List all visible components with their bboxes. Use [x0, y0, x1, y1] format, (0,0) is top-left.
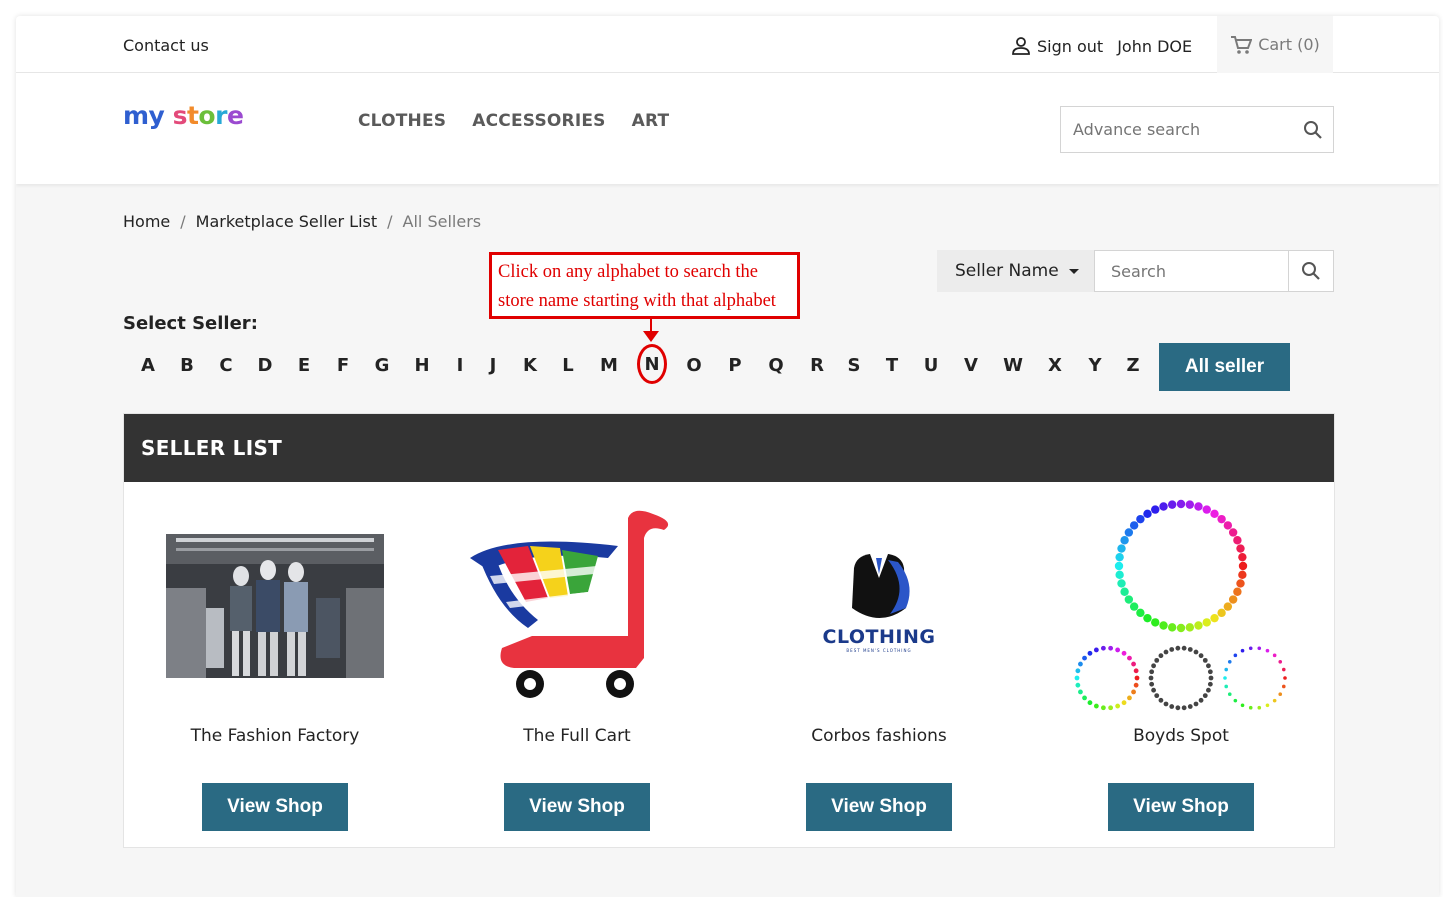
- alphabet-letter-g[interactable]: G: [367, 343, 397, 387]
- seller-logo-full-cart[interactable]: [468, 498, 686, 716]
- site-header: my store CLOTHES ACCESSORIES ART: [16, 73, 1439, 184]
- view-shop-button[interactable]: View Shop: [202, 783, 348, 831]
- alphabet-letter-s[interactable]: S: [839, 343, 869, 387]
- store-photo-image: [166, 534, 384, 678]
- cart-button[interactable]: Cart (0): [1217, 16, 1333, 73]
- alphabet-letter-f[interactable]: F: [328, 343, 358, 387]
- seller-logo-corbos-fashions[interactable]: CLOTHING BEST MEN'S CLOTHING: [770, 498, 988, 716]
- alphabet-letter-u[interactable]: U: [916, 343, 946, 387]
- cart-icon: [1231, 35, 1253, 54]
- seller-card: The Full Cart View Shop: [468, 498, 686, 831]
- view-shop-button[interactable]: View Shop: [1108, 783, 1254, 831]
- menu-item-clothes[interactable]: CLOTHES: [358, 111, 446, 131]
- alphabet-letter-e[interactable]: E: [289, 343, 319, 387]
- cart-label: Cart (0): [1258, 35, 1320, 54]
- sign-out-link[interactable]: Sign out: [1037, 37, 1103, 56]
- alphabet-letter-z[interactable]: Z: [1118, 343, 1148, 387]
- annotation-arrow-head: [643, 331, 659, 342]
- alphabet-letter-w[interactable]: W: [998, 343, 1028, 387]
- annotation-line-2: store name starting with that alphabet: [498, 291, 776, 311]
- alphabet-letter-m[interactable]: M: [594, 343, 624, 387]
- all-seller-button[interactable]: All seller: [1159, 343, 1290, 391]
- alphabet-letter-x[interactable]: X: [1040, 343, 1070, 387]
- menu-item-art[interactable]: ART: [632, 111, 670, 131]
- caret-down-icon: [1068, 268, 1079, 274]
- seller-card: The Fashion Factory View Shop: [166, 498, 384, 831]
- corbos-logo-text: CLOTHING: [822, 626, 936, 648]
- user-area: Sign out John DOE: [1011, 36, 1192, 56]
- alphabet-letter-c[interactable]: C: [211, 343, 241, 387]
- seller-name[interactable]: The Fashion Factory: [125, 726, 425, 746]
- alphabet-letter-r[interactable]: R: [802, 343, 832, 387]
- user-icon: [1012, 37, 1030, 55]
- seller-filter-dropdown[interactable]: Seller Name: [937, 250, 1094, 292]
- search-icon[interactable]: [1301, 261, 1321, 281]
- alphabet-letter-k[interactable]: K: [515, 343, 545, 387]
- breadcrumb-current: All Sellers: [402, 212, 482, 231]
- alphabet-letter-d[interactable]: D: [250, 343, 280, 387]
- logo-letter: o: [198, 101, 216, 130]
- alphabet-letter-a[interactable]: A: [133, 343, 163, 387]
- alphabet-letter-p[interactable]: P: [720, 343, 750, 387]
- alphabet-letter-b[interactable]: B: [172, 343, 202, 387]
- seller-logo-boyds-spot[interactable]: [1072, 498, 1290, 716]
- seller-search-box: [1094, 250, 1334, 292]
- seller-name[interactable]: The Full Cart: [427, 726, 727, 746]
- top-nav: Contact us Sign out John DOE Cart (0): [16, 16, 1439, 73]
- page-frame: Contact us Sign out John DOE Cart (0) my…: [16, 16, 1439, 897]
- alphabet-letter-n[interactable]: N: [637, 344, 667, 384]
- seller-name[interactable]: Corbos fashions: [729, 726, 1029, 746]
- store-logo[interactable]: my store: [123, 101, 244, 130]
- advance-search-input[interactable]: [1061, 107, 1281, 152]
- breadcrumb-home[interactable]: Home: [123, 212, 170, 231]
- alphabet-letter-t[interactable]: T: [877, 343, 907, 387]
- seller-search-input[interactable]: [1095, 251, 1289, 291]
- breadcrumb-separator: /: [387, 212, 393, 231]
- annotation-line-1: Click on any alphabet to search the: [498, 262, 758, 282]
- dotted-circles-logo-image: [1074, 499, 1287, 711]
- search-icon[interactable]: [1303, 120, 1323, 140]
- alphabet-letter-v[interactable]: V: [956, 343, 986, 387]
- annotation-callout: Click on any alphabet to search the stor…: [489, 252, 800, 319]
- account-link[interactable]: John DOE: [1117, 37, 1192, 56]
- main-menu: CLOTHES ACCESSORIES ART: [358, 111, 669, 131]
- logo-letter: t: [186, 101, 199, 130]
- shopping-cart-logo-image: [470, 510, 669, 698]
- breadcrumb-marketplace[interactable]: Marketplace Seller List: [196, 212, 378, 231]
- seller-list-panel: SELLER LIST The Fashion Factory View Sho…: [123, 413, 1335, 848]
- logo-letter: r: [215, 101, 227, 130]
- view-shop-button[interactable]: View Shop: [806, 783, 952, 831]
- contact-us-link[interactable]: Contact us: [123, 36, 209, 55]
- seller-filter-label: Seller Name: [955, 261, 1059, 281]
- logo-my: my: [123, 101, 165, 130]
- seller-card: Boyds Spot View Shop: [1072, 498, 1290, 831]
- suit-logo-icon: [852, 554, 910, 618]
- seller-card: CLOTHING BEST MEN'S CLOTHING Corbos fash…: [770, 498, 988, 831]
- logo-letter: e: [226, 101, 244, 130]
- alphabet-letter-y[interactable]: Y: [1080, 343, 1110, 387]
- alphabet-letter-h[interactable]: H: [407, 343, 437, 387]
- seller-logo-fashion-factory[interactable]: [166, 498, 384, 716]
- alphabet-letter-i[interactable]: I: [445, 343, 475, 387]
- seller-list-title: SELLER LIST: [124, 414, 1334, 482]
- alphabet-letter-l[interactable]: L: [553, 343, 583, 387]
- breadcrumb-separator: /: [180, 212, 186, 231]
- alphabet-letter-q[interactable]: Q: [761, 343, 791, 387]
- view-shop-button[interactable]: View Shop: [504, 783, 650, 831]
- menu-item-accessories[interactable]: ACCESSORIES: [472, 111, 605, 131]
- corbos-logo-subtext: BEST MEN'S CLOTHING: [846, 648, 912, 653]
- advance-search-box: [1060, 106, 1334, 153]
- logo-letter: s: [172, 101, 188, 130]
- seller-name[interactable]: Boyds Spot: [1031, 726, 1331, 746]
- alphabet-letter-j[interactable]: J: [478, 343, 508, 387]
- alphabet-letter-o[interactable]: O: [679, 343, 709, 387]
- breadcrumb: Home / Marketplace Seller List / All Sel…: [123, 212, 481, 231]
- select-seller-label: Select Seller:: [123, 313, 258, 334]
- alphabet-filter: ABCDEFGHIJKLMNOPQRSTUVWXYZ: [125, 343, 1155, 387]
